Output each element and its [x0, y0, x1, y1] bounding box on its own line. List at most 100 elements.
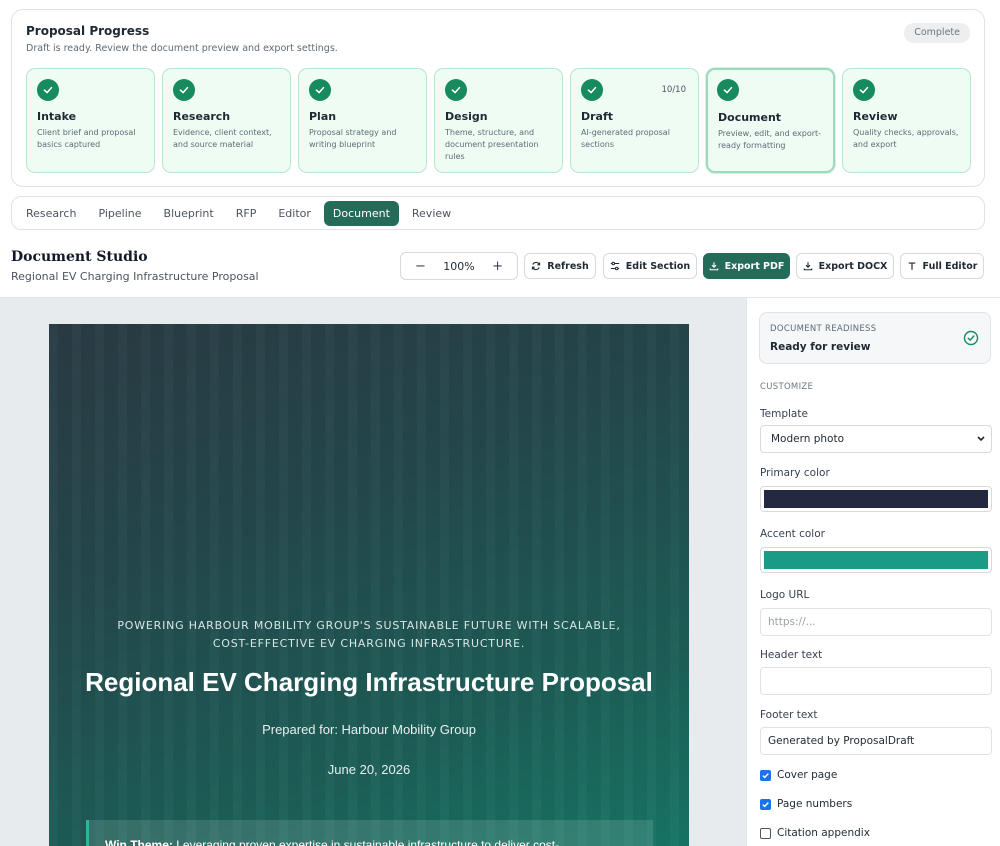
step-document[interactable]: Document Preview, edit, and export-ready…: [706, 68, 835, 173]
step-description: Theme, structure, and document presentat…: [445, 128, 539, 161]
export-docx-label: Export DOCX: [818, 260, 888, 272]
footer-text-label: Footer text: [760, 709, 818, 721]
tab-document[interactable]: Document: [323, 200, 399, 226]
cover-title: Regional EV Charging Infrastructure Prop…: [85, 667, 653, 697]
primary-color-picker[interactable]: [760, 486, 992, 512]
step-design[interactable]: Design Theme, structure, and document pr…: [434, 68, 563, 173]
sliders-icon: [610, 261, 619, 271]
readiness-value: Ready for review: [770, 341, 871, 353]
step-name: Draft: [581, 110, 614, 123]
citation-appendix-checkbox[interactable]: [760, 827, 771, 839]
cover-page: POWERING HARBOUR MOBILITY GROUP'S SUSTAI…: [49, 324, 689, 846]
template-select[interactable]: Modern photo: [760, 425, 992, 453]
export-docx-button[interactable]: Export DOCX: [796, 253, 894, 279]
step-review[interactable]: Review Quality checks, approvals, and ex…: [842, 68, 971, 173]
export-pdf-label: Export PDF: [724, 260, 785, 272]
citation-appendix-label: Citation appendix: [777, 827, 870, 839]
cover-date: June 20, 2026: [327, 762, 411, 777]
cover-page-option[interactable]: Cover page: [760, 769, 837, 781]
win-theme-text: Leveraging proven expertise in sustainab…: [172, 838, 560, 846]
refresh-button[interactable]: Refresh: [524, 253, 596, 279]
check-icon: [853, 79, 875, 101]
download-icon: [709, 262, 718, 271]
step-plan[interactable]: Plan Proposal strategy and writing bluep…: [298, 68, 427, 173]
citation-appendix-option[interactable]: Citation appendix: [760, 827, 870, 839]
text-icon: [908, 262, 915, 270]
cover-prepared-for: Prepared for: Harbour Mobility Group: [262, 722, 476, 737]
edit-section-button[interactable]: Edit Section: [603, 253, 697, 279]
step-description: Client brief and proposal basics capture…: [37, 128, 136, 149]
step-name: Intake: [37, 110, 77, 123]
customize-panel: DOCUMENT READINESS Ready for review CUST…: [746, 298, 1000, 846]
section-count: 10/10: [661, 85, 687, 95]
tab-pipeline[interactable]: Pipeline: [89, 201, 150, 226]
page-subtitle: Regional EV Charging Infrastructure Prop…: [11, 270, 259, 283]
cover-tagline: POWERING HARBOUR MOBILITY GROUP'S SUSTAI…: [117, 619, 621, 650]
check-icon: [173, 79, 195, 101]
document-preview[interactable]: POWERING HARBOUR MOBILITY GROUP'S SUSTAI…: [0, 298, 746, 846]
step-description: Proposal strategy and writing blueprint: [309, 128, 397, 149]
page-numbers-label: Page numbers: [777, 798, 853, 810]
accent-color-picker[interactable]: [760, 547, 992, 573]
readiness-label: DOCUMENT READINESS: [770, 324, 877, 334]
full-editor-label: Full Editor: [922, 260, 978, 272]
check-icon: [581, 79, 603, 101]
step-description: Preview, edit, and export-ready formatti…: [718, 129, 822, 150]
template-label: Template: [760, 408, 808, 420]
step-description: AI-generated proposal sections: [581, 128, 670, 149]
zoom-level: 100%: [443, 259, 475, 273]
tab-bar: Research Pipeline Blueprint RFP Editor D…: [11, 196, 985, 230]
progress-subtitle: Draft is ready. Review the document prev…: [26, 43, 338, 54]
primary-color-swatch: [764, 490, 988, 508]
win-theme-label: Win Theme:: [105, 838, 173, 846]
refresh-label: Refresh: [547, 260, 589, 272]
primary-color-label: Primary color: [760, 467, 830, 479]
step-name: Review: [853, 110, 898, 123]
cover-page-checkbox[interactable]: [760, 769, 771, 781]
accent-color-swatch: [764, 551, 988, 569]
template-value: Modern photo: [771, 433, 845, 445]
download-icon: [803, 262, 812, 271]
logo-url-label: Logo URL: [760, 589, 810, 601]
zoom-in-button[interactable]: +: [492, 259, 503, 274]
tab-research[interactable]: Research: [17, 201, 85, 226]
check-icon: [37, 79, 59, 101]
logo-url-input[interactable]: https://...: [760, 608, 992, 636]
check-icon: [309, 79, 331, 101]
refresh-icon: [532, 261, 541, 271]
page-numbers-option[interactable]: Page numbers: [760, 798, 852, 810]
check-circle-icon: [963, 330, 979, 346]
step-draft[interactable]: 10/10 Draft AI-generated proposal sectio…: [570, 68, 699, 173]
tab-rfp[interactable]: RFP: [227, 201, 266, 226]
step-name: Research: [173, 110, 231, 123]
progress-steps: Intake Client brief and proposal basics …: [26, 68, 971, 173]
full-editor-button[interactable]: Full Editor: [900, 253, 984, 279]
step-intake[interactable]: Intake Client brief and proposal basics …: [26, 68, 155, 173]
step-description: Quality checks, approvals, and export: [853, 128, 959, 149]
tab-review[interactable]: Review: [403, 201, 460, 226]
page-title: Document Studio: [11, 249, 148, 265]
chevron-down-icon: [977, 436, 985, 442]
step-description: Evidence, client context, and source mat…: [173, 128, 272, 149]
cover-page-label: Cover page: [777, 769, 838, 781]
proposal-progress-card: Proposal Progress Draft is ready. Review…: [11, 9, 985, 187]
check-icon: [717, 79, 739, 101]
zoom-control: − 100% +: [400, 252, 518, 280]
win-theme-box: Win Theme: Leveraging proven expertise i…: [86, 820, 653, 846]
step-research[interactable]: Research Evidence, client context, and s…: [162, 68, 291, 173]
page-numbers-checkbox[interactable]: [760, 798, 771, 810]
header-text-input[interactable]: [760, 667, 992, 695]
status-badge: Complete: [904, 23, 970, 43]
tab-editor[interactable]: Editor: [269, 201, 320, 226]
check-icon: [445, 79, 467, 101]
export-pdf-button[interactable]: Export PDF: [703, 253, 790, 279]
zoom-out-button[interactable]: −: [415, 259, 426, 274]
accent-color-label: Accent color: [760, 528, 825, 540]
header-text-label: Header text: [760, 649, 823, 661]
customize-heading: CUSTOMIZE: [760, 382, 814, 392]
footer-text-input[interactable]: Generated by ProposalDraft: [760, 727, 992, 755]
tab-blueprint[interactable]: Blueprint: [155, 201, 223, 226]
readiness-card: DOCUMENT READINESS Ready for review: [759, 312, 991, 364]
step-name: Document: [718, 111, 782, 124]
step-name: Design: [445, 110, 488, 123]
